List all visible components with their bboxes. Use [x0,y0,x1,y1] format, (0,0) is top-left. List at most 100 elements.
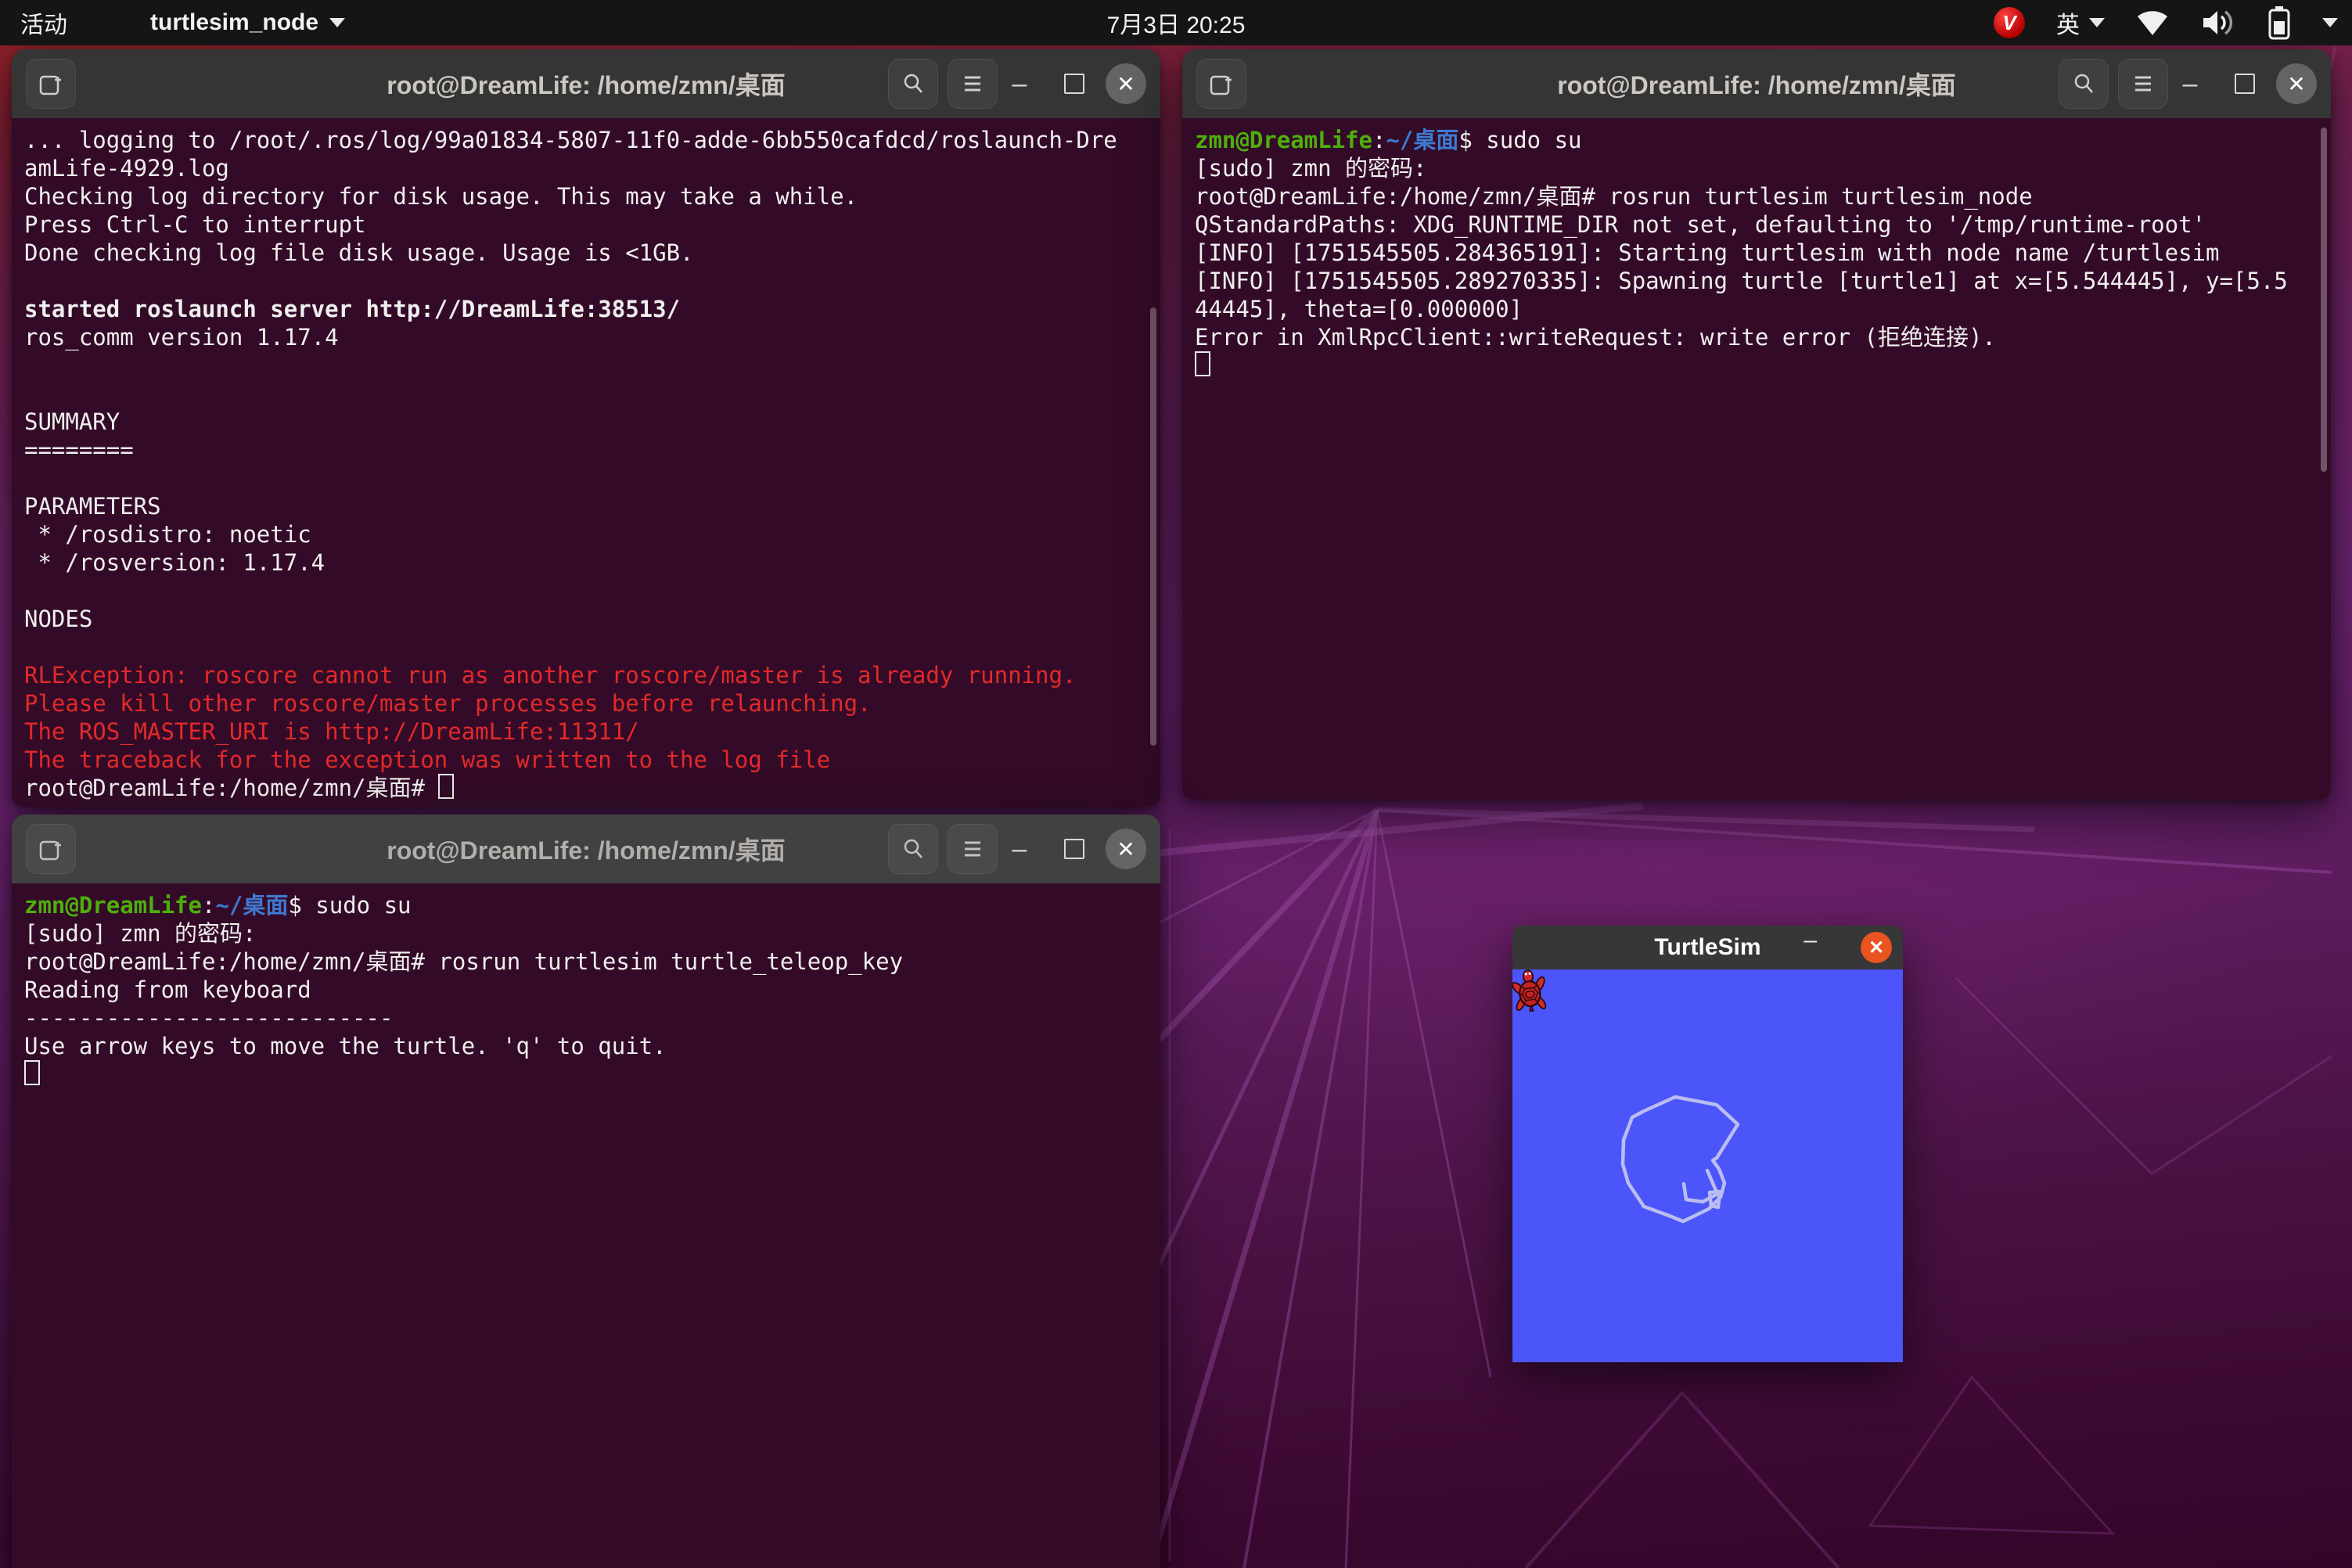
terminal-line: amLife-4929.log [24,154,1160,182]
antivirus-indicator-icon[interactable]: V [1994,7,2025,38]
activities-button[interactable]: 活动 [0,0,88,45]
system-tray[interactable]: V 英 [1994,0,2338,45]
terminal-line: --------------------------- [24,1004,1160,1032]
maximize-button[interactable] [2223,62,2267,106]
terminal-line: 44445], theta=[0.000000] [1195,295,2331,323]
terminal-headerbar[interactable]: root@DreamLife: /home/zmn/桌面 – ✕ [12,815,1160,884]
terminal-line: * /rosdistro: noetic [24,520,1160,548]
search-icon [901,837,925,861]
close-button[interactable]: ✕ [1104,62,1148,106]
wifi-icon [2136,9,2169,37]
terminal-line: QStandardPaths: XDG_RUNTIME_DIR not set,… [1195,210,2331,239]
terminal-line [24,351,1160,379]
search-button[interactable] [888,59,938,109]
turtlesim-title: TurtleSim [1654,934,1760,961]
terminal-line [24,1060,1160,1088]
clock-menu[interactable]: 7月3日 20:25 [1107,5,1246,40]
app-indicator-menu[interactable]: turtlesim_node [150,9,345,36]
terminal-line: zmn@DreamLife:~/桌面$ sudo su [1195,126,2331,154]
terminal-line: [sudo] zmn 的密码: [24,919,1160,948]
terminal-line: Use arrow keys to move the turtle. 'q' t… [24,1032,1160,1060]
turtlesim-window: TurtleSim – ✕ [1512,926,1903,1362]
terminal-line [24,633,1160,661]
turtle-trail [1512,969,1903,1362]
minimize-button[interactable]: – [1804,927,1817,954]
new-tab-icon [1210,72,1233,95]
new-tab-button[interactable] [26,59,76,109]
minimize-button[interactable]: – [998,62,1041,106]
window-title: root@DreamLife: /home/zmn/桌面 [387,66,785,102]
app-indicator-label: turtlesim_node [150,9,318,36]
volume-icon [2200,8,2236,38]
terminal-line: The ROS_MASTER_URI is http://DreamLife:1… [24,717,1160,746]
terminal-line [24,464,1160,492]
terminal-output[interactable]: zmn@DreamLife:~/桌面$ sudo su[sudo] zmn 的密… [12,883,1160,1568]
hamburger-menu-icon [962,840,984,858]
terminal-line: ... logging to /root/.ros/log/99a01834-5… [24,126,1160,154]
terminal-headerbar[interactable]: root@DreamLife: /home/zmn/桌面 – ✕ [1182,49,2331,119]
search-icon [2072,72,2095,95]
terminal-line: PARAMETERS [24,492,1160,520]
minimize-button[interactable]: – [998,827,1041,871]
terminal-line: zmn@DreamLife:~/桌面$ sudo su [24,891,1160,919]
new-tab-icon [39,837,63,861]
terminal-window-turtlesim-node: root@DreamLife: /home/zmn/桌面 – ✕ zmn@Dre… [1182,49,2331,800]
search-icon [901,72,925,95]
terminal-line: root@DreamLife:/home/zmn/桌面# rosrun turt… [1195,182,2331,210]
menu-button[interactable] [948,59,998,109]
chevron-down-icon [2089,18,2105,27]
maximize-button[interactable] [1052,827,1096,871]
terminal-window-roslaunch: root@DreamLife: /home/zmn/桌面 – ✕ ... log… [12,49,1160,807]
close-button[interactable]: ✕ [2275,62,2318,106]
terminal-line [1195,351,2331,379]
window-title: root@DreamLife: /home/zmn/桌面 [1557,66,1955,102]
terminal-cursor [438,774,454,799]
window-title: root@DreamLife: /home/zmn/桌面 [387,831,785,867]
new-tab-button[interactable] [1196,59,1246,109]
new-tab-button[interactable] [26,824,76,874]
terminal-line: Reading from keyboard [24,976,1160,1004]
terminal-cursor [1195,351,1210,376]
battery-icon [2267,5,2291,40]
terminal-line: Error in XmlRpcClient::writeRequest: wri… [1195,323,2331,351]
terminal-line: RLException: roscore cannot run as anoth… [24,661,1160,689]
terminal-line: The traceback for the exception was writ… [24,746,1160,774]
terminal-line: Press Ctrl-C to interrupt [24,210,1160,239]
terminal-output[interactable]: zmn@DreamLife:~/桌面$ sudo su[sudo] zmn 的密… [1182,118,2331,800]
terminal-output[interactable]: ... logging to /root/.ros/log/99a01834-5… [12,118,1160,807]
terminal-line [24,379,1160,408]
terminal-line: SUMMARY [24,408,1160,436]
hamburger-menu-icon [962,74,984,93]
search-button[interactable] [2059,59,2109,109]
terminal-line: * /rosversion: 1.17.4 [24,548,1160,577]
terminal-line: Checking log directory for disk usage. T… [24,182,1160,210]
terminal-line: [sudo] zmn 的密码: [1195,154,2331,182]
terminal-line: [INFO] [1751545505.284365191]: Starting … [1195,239,2331,267]
search-button[interactable] [888,824,938,874]
menu-button[interactable] [948,824,998,874]
terminal-headerbar[interactable]: root@DreamLife: /home/zmn/桌面 – ✕ [12,49,1160,119]
turtlesim-titlebar[interactable]: TurtleSim – ✕ [1512,926,1903,969]
turtlesim-canvas [1512,969,1903,1362]
terminal-line: Please kill other roscore/master process… [24,689,1160,717]
maximize-button[interactable] [1052,62,1096,106]
terminal-line [24,577,1160,605]
terminal-line: ros_comm version 1.17.4 [24,323,1160,351]
input-method-menu[interactable]: 英 [2056,5,2105,40]
terminal-line: NODES [24,605,1160,633]
terminal-line: Done checking log file disk usage. Usage… [24,239,1160,267]
scrollbar[interactable] [2321,128,2327,472]
minimize-button[interactable]: – [2168,62,2212,106]
terminal-line: [INFO] [1751545505.289270335]: Spawning … [1195,267,2331,295]
top-bar: 活动 turtlesim_node 7月3日 20:25 V 英 [0,0,2352,45]
terminal-cursor [24,1060,40,1085]
terminal-line: ======== [24,436,1160,464]
menu-button[interactable] [2118,59,2168,109]
close-button[interactable]: ✕ [1861,932,1892,963]
terminal-line: root@DreamLife:/home/zmn/桌面# [24,774,1160,802]
input-method-label: 英 [2056,5,2080,40]
close-button[interactable]: ✕ [1104,827,1148,871]
scrollbar[interactable] [1150,307,1156,746]
terminal-line: started roslaunch server http://DreamLif… [24,295,1160,323]
hamburger-menu-icon [2132,74,2154,93]
